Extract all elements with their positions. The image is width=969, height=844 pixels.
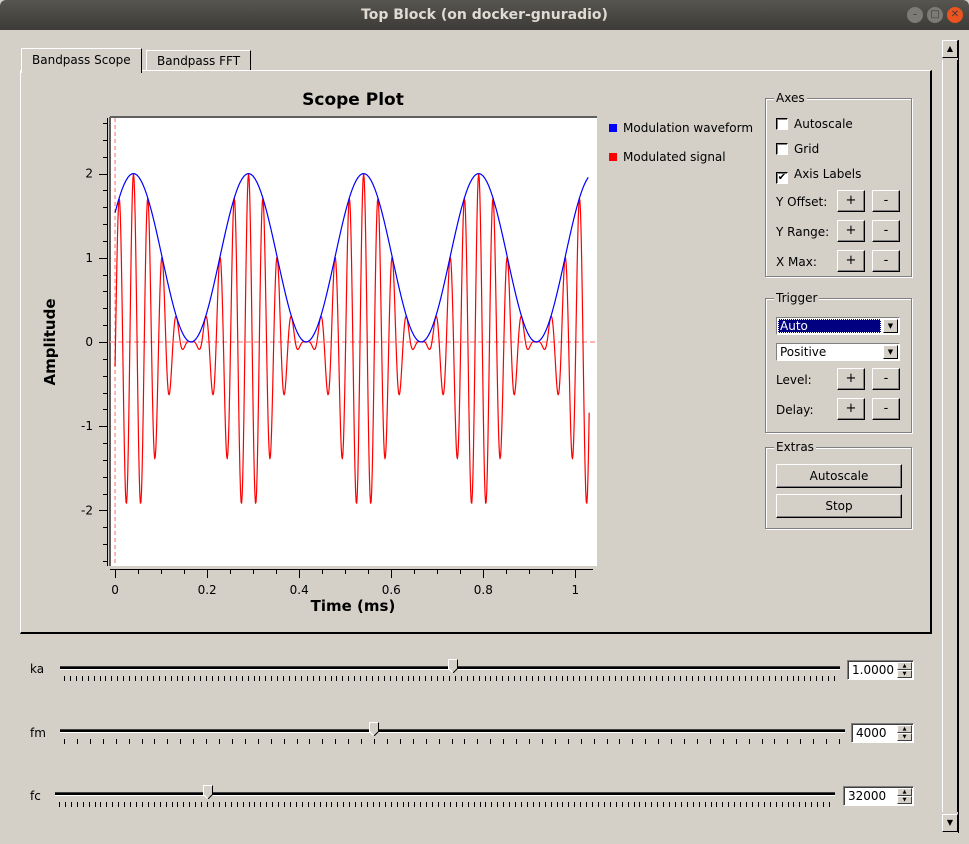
axes-group-title: Axes [774, 91, 807, 105]
spin-up-button[interactable]: ▲ [897, 788, 912, 796]
slider-handle-fm[interactable] [369, 722, 379, 736]
y-tick-label: 2 [85, 167, 93, 181]
delay-label: Delay: [776, 403, 814, 417]
legend-item-modulation-waveform: Modulation waveform [609, 121, 753, 135]
spin-down-button[interactable]: ▼ [897, 796, 912, 804]
y-range-minus-button[interactable]: - [872, 220, 900, 242]
autoscale-checkbox[interactable]: Autoscale [776, 117, 853, 131]
spin-up-button[interactable]: ▲ [897, 725, 912, 733]
spinbox-value: 1.0000 [852, 663, 894, 677]
slider-track-fc[interactable] [55, 792, 835, 796]
y-tick-label: 1 [85, 251, 93, 265]
x-tick-label: 0.4 [290, 583, 309, 597]
axis-labels-checkbox[interactable]: ✔ Axis Labels [776, 167, 861, 184]
slider-ticks-ka [64, 676, 835, 681]
y-offset-plus-button[interactable]: + [837, 190, 865, 212]
scroll-down-button[interactable]: ▼ [942, 814, 958, 832]
x-tick-label: 0.2 [198, 583, 217, 597]
slider-track-fm[interactable] [60, 729, 845, 733]
checkbox-label: Axis Labels [794, 167, 862, 181]
slider-label-fc: fc [30, 789, 41, 803]
scrollbar-thumb[interactable] [942, 60, 958, 812]
legend-label: Modulation waveform [623, 121, 754, 135]
chevron-down-icon[interactable]: ▼ [883, 319, 898, 333]
slider-handle-fc[interactable] [202, 785, 213, 799]
spinbox-value: 4000 [856, 726, 887, 740]
slider-label-fm: fm [30, 726, 46, 740]
slider-ticks-fc [59, 802, 830, 807]
legend-swatch-blue [609, 124, 617, 132]
y-axis-label: Amplitude [41, 298, 59, 385]
x-max-label: X Max: [776, 255, 817, 269]
arrow-up-icon: ▲ [946, 44, 954, 53]
trigger-slope-value: Positive [780, 345, 827, 359]
tab-bandpass-scope[interactable]: Bandpass Scope [21, 48, 142, 73]
level-minus-button[interactable]: - [872, 368, 900, 390]
y-range-label: Y Range: [776, 225, 830, 239]
arrow-down-icon: ▼ [946, 818, 954, 827]
check-icon[interactable]: ✔ [776, 172, 788, 184]
x-tick-label: 0.8 [474, 583, 493, 597]
trigger-mode-select[interactable]: Auto ▼ [776, 317, 900, 335]
vertical-scrollbar[interactable]: ▲ ▼ [942, 40, 959, 833]
delay-plus-button[interactable]: + [837, 398, 865, 420]
x-max-plus-button[interactable]: + [837, 250, 865, 272]
y-offset-label: Y Offset: [776, 195, 828, 209]
y-tick-label: -2 [81, 503, 93, 517]
checkbox-label: Grid [794, 142, 820, 156]
y-offset-minus-button[interactable]: - [872, 190, 900, 212]
x-axis-label: Time (ms) [311, 597, 396, 615]
x-max-minus-button[interactable]: - [872, 250, 900, 272]
y-tick-label: 0 [85, 335, 93, 349]
trigger-group-title: Trigger [774, 291, 820, 305]
spinbox-ka[interactable]: 1.0000 ▲ ▼ [847, 660, 914, 680]
legend-item-modulated-signal: Modulated signal [609, 150, 726, 164]
scroll-up-button[interactable]: ▲ [942, 40, 958, 58]
trigger-mode-value: Auto [778, 319, 881, 333]
y-range-plus-button[interactable]: + [837, 220, 865, 242]
legend-label: Modulated signal [623, 150, 726, 164]
spinbox-fm[interactable]: 4000 ▲ ▼ [851, 723, 914, 743]
spinbox-value: 32000 [848, 789, 887, 803]
delay-minus-button[interactable]: - [872, 398, 900, 420]
spin-down-button[interactable]: ▼ [897, 670, 912, 678]
spinbox-fc[interactable]: 32000 ▲ ▼ [843, 786, 914, 806]
slider-handle-ka[interactable] [448, 659, 459, 673]
x-tick-label: 1 [572, 583, 580, 597]
trigger-slope-select[interactable]: Positive ▼ [776, 343, 900, 361]
level-label: Level: [776, 373, 812, 387]
level-plus-button[interactable]: + [837, 368, 865, 390]
grid-checkbox[interactable]: Grid [776, 142, 819, 156]
x-tick-label: 0.6 [382, 583, 401, 597]
autoscale-button[interactable]: Autoscale [776, 464, 902, 488]
checkbox-box[interactable] [776, 118, 788, 130]
spin-down-button[interactable]: ▼ [897, 733, 912, 741]
spin-up-button[interactable]: ▲ [897, 662, 912, 670]
slider-ticks-fm [64, 739, 840, 744]
checkbox-label: Autoscale [794, 117, 853, 131]
slider-label-ka: ka [30, 662, 45, 676]
y-tick-label: -1 [81, 419, 93, 433]
extras-group-title: Extras [774, 440, 816, 454]
stop-button[interactable]: Stop [776, 494, 902, 518]
chevron-down-icon[interactable]: ▼ [883, 345, 898, 359]
legend-swatch-red [609, 153, 617, 161]
checkbox-box[interactable] [776, 143, 788, 155]
x-tick-label: 0 [111, 583, 119, 597]
